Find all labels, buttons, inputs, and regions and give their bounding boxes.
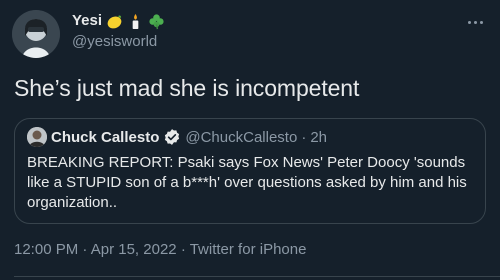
quoted-separator: · bbox=[301, 128, 307, 146]
author-display-name[interactable]: Yesi bbox=[72, 12, 102, 30]
avatar-image bbox=[12, 10, 60, 58]
quoted-tweet[interactable]: Chuck Callesto @ChuckCallesto · 2h BREAK… bbox=[14, 118, 486, 224]
divider bbox=[14, 276, 500, 277]
tweet-meta: 12:00 PM · Apr 15, 2022 · Twitter for iP… bbox=[14, 241, 306, 258]
quoted-tweet-text: BREAKING REPORT: Psaki says Fox News' Pe… bbox=[27, 154, 467, 211]
lemon-icon bbox=[107, 14, 122, 28]
quoted-author-avatar bbox=[27, 127, 47, 147]
tweet-source[interactable]: Twitter for iPhone bbox=[190, 241, 307, 258]
quoted-timestamp: 2h bbox=[310, 128, 327, 146]
tweet-time[interactable]: 12:00 PM bbox=[14, 241, 78, 258]
quoted-author-name: Chuck Callesto bbox=[51, 128, 160, 146]
author-avatar[interactable] bbox=[12, 10, 60, 58]
display-name-row: Yesi bbox=[72, 12, 165, 30]
tweet-text: She’s just mad she is incompetent bbox=[14, 75, 360, 101]
quoted-tweet-header: Chuck Callesto @ChuckCallesto · 2h bbox=[27, 127, 473, 147]
quoted-author-handle: @ChuckCallesto bbox=[185, 128, 298, 146]
tweet-card[interactable]: Yesi @yesisworld She’s just mad she is i… bbox=[0, 0, 500, 280]
candle-icon bbox=[132, 13, 139, 29]
meta-separator: · bbox=[180, 241, 186, 258]
shamrock-icon bbox=[149, 13, 164, 29]
meta-separator: · bbox=[82, 241, 88, 258]
tweet-date[interactable]: Apr 15, 2022 bbox=[91, 241, 177, 258]
author-info[interactable]: Yesi @yesisworld bbox=[72, 12, 165, 51]
verified-badge-icon bbox=[165, 129, 180, 145]
more-options-icon[interactable] bbox=[462, 12, 488, 32]
quoted-avatar-image bbox=[27, 127, 47, 147]
author-handle[interactable]: @yesisworld bbox=[72, 33, 165, 51]
